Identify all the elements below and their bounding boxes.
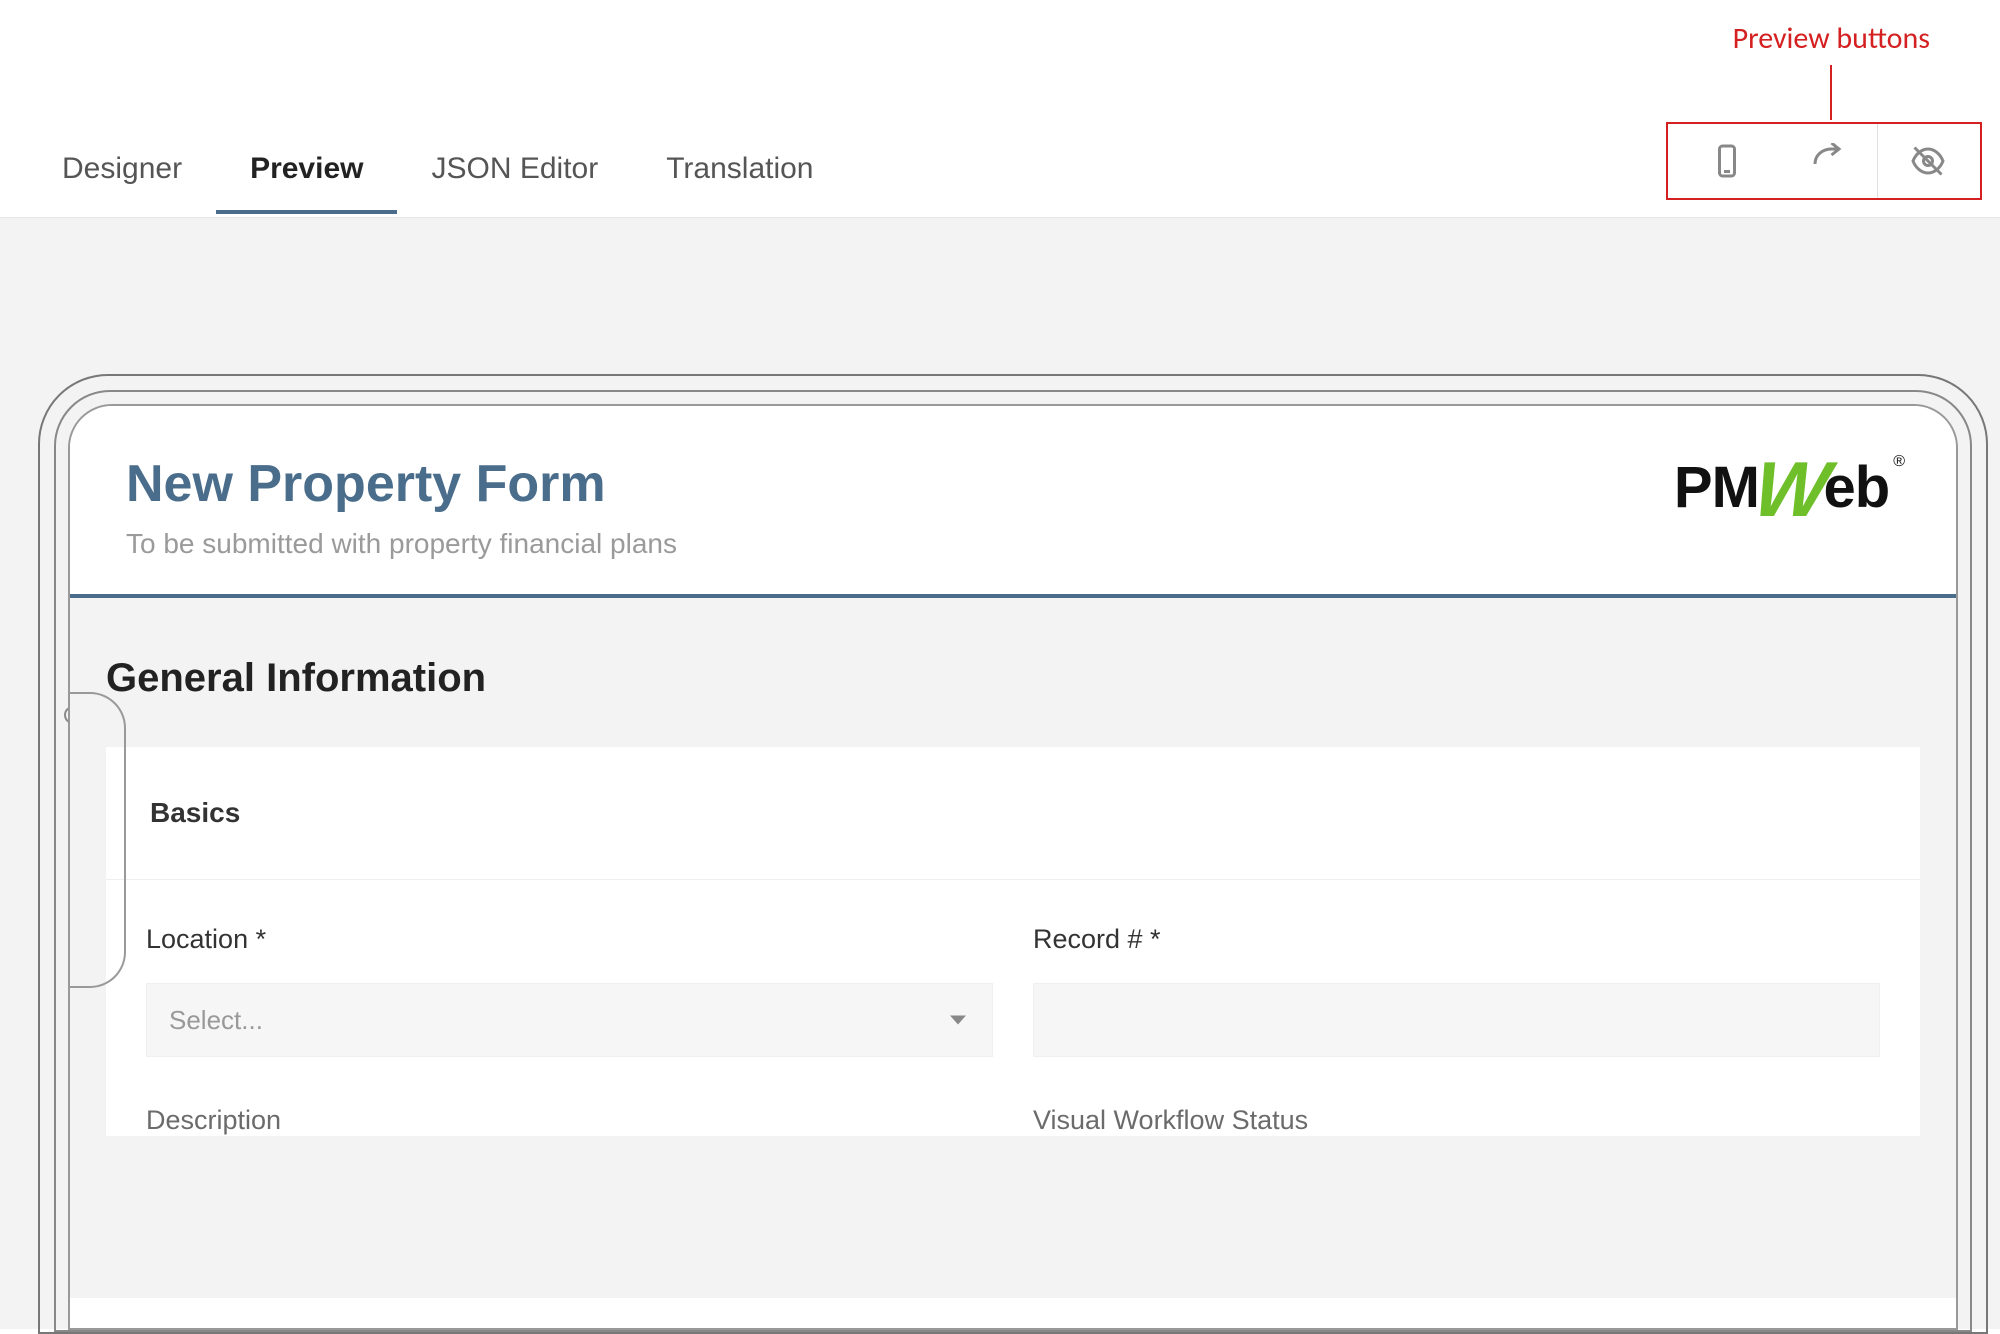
panel-body: Location * Select... Record # * [106, 880, 1920, 1081]
annotation-callout: Preview buttons [1733, 20, 1930, 125]
annotation-leader-line [1830, 65, 1832, 125]
device-screen: New Property Form To be submitted with p… [68, 404, 1958, 1330]
preview-canvas: New Property Form To be submitted with p… [0, 218, 2000, 1329]
pmweb-logo: PMWeb® [1674, 454, 1900, 521]
field-label: Record # * [1033, 924, 1880, 955]
tab-translation[interactable]: Translation [632, 152, 847, 214]
form-subtitle: To be submitted with property financial … [126, 528, 677, 560]
field-label-workflow-status: Visual Workflow Status [1033, 1105, 1880, 1136]
location-select[interactable]: Select... [146, 983, 993, 1057]
device-notch [68, 692, 126, 988]
tab-preview[interactable]: Preview [216, 152, 397, 214]
annotation-text: Preview buttons [1733, 20, 1930, 57]
form-header-text: New Property Form To be submitted with p… [126, 454, 677, 560]
tab-label: Designer [62, 152, 182, 185]
phone-icon [1709, 143, 1745, 179]
record-number-input[interactable] [1033, 983, 1880, 1057]
panel-row-cutoff: Description Visual Workflow Status [106, 1081, 1920, 1136]
field-label-description: Description [146, 1105, 993, 1136]
eye-off-icon [1910, 143, 1946, 179]
tab-json-editor[interactable]: JSON Editor [397, 152, 632, 214]
rotate-arrow-icon [1809, 143, 1845, 179]
logo-accent: W [1751, 458, 1832, 520]
orientation-button[interactable] [1777, 124, 1877, 198]
toggle-visibility-button[interactable] [1878, 124, 1978, 198]
tab-label: JSON Editor [431, 152, 598, 185]
tab-designer[interactable]: Designer [28, 152, 216, 214]
logo-registered: ® [1893, 453, 1904, 471]
form-body: General Information Basics Location * Se… [70, 598, 1956, 1298]
device-frame-mid: New Property Form To be submitted with p… [54, 390, 1972, 1332]
form-title: New Property Form [126, 454, 677, 514]
form-header: New Property Form To be submitted with p… [70, 406, 1956, 598]
device-frame: New Property Form To be submitted with p… [38, 374, 1988, 1334]
field-record-number: Record # * [1033, 924, 1880, 1057]
device-switch-button[interactable] [1677, 124, 1777, 198]
select-placeholder: Select... [169, 1005, 263, 1036]
chevron-down-icon [950, 1016, 966, 1025]
logo-prefix: PM [1674, 454, 1759, 521]
logo-suffix: eb [1824, 454, 1890, 521]
field-label: Location * [146, 924, 993, 955]
tab-label: Preview [250, 152, 363, 185]
panel-header: Basics [106, 747, 1920, 880]
tab-label: Translation [666, 152, 813, 185]
preview-toolbar [1677, 124, 1978, 198]
field-location: Location * Select... [146, 924, 993, 1057]
section-title: General Information [106, 656, 1920, 701]
basics-panel: Basics Location * Select... Record # * [106, 747, 1920, 1136]
